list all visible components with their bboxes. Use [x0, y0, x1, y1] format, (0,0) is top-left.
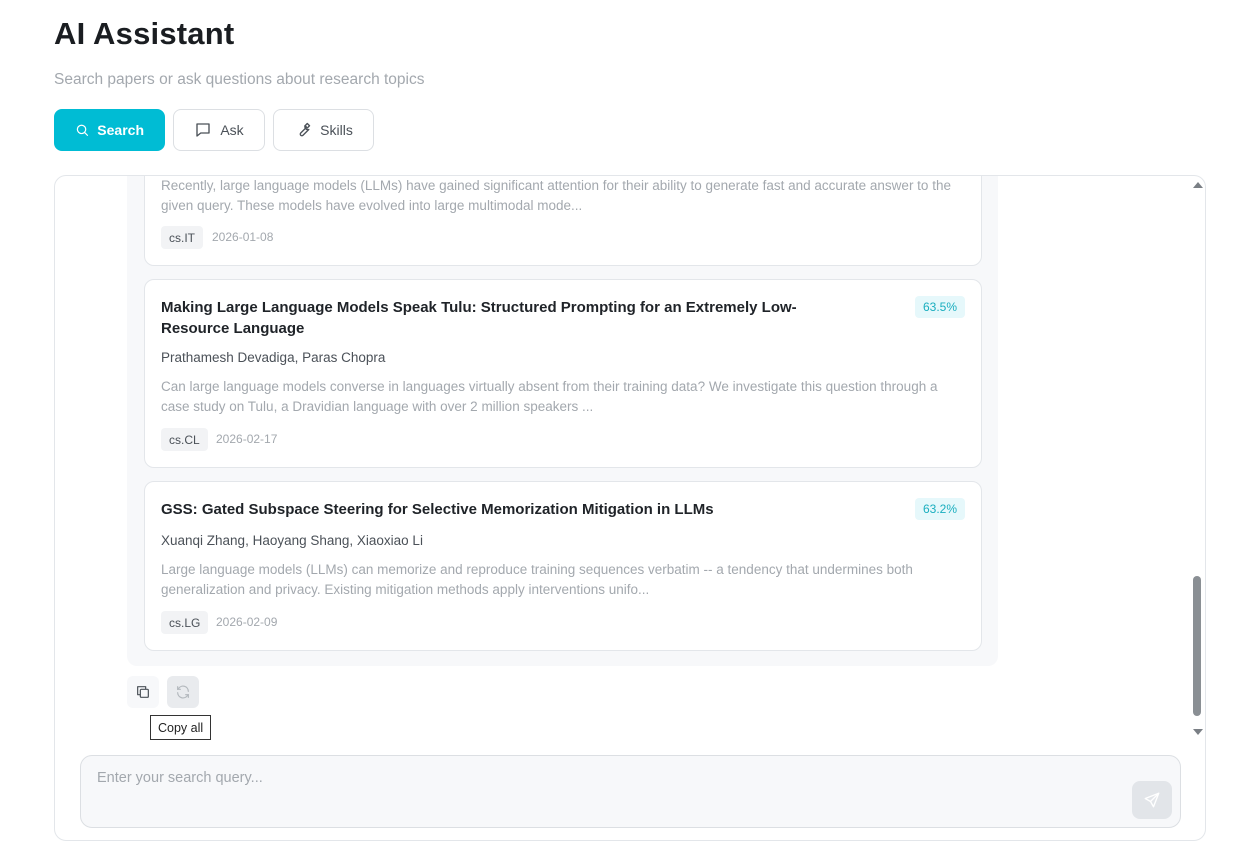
publish-date: 2026-01-08 — [212, 230, 274, 244]
scroll-down-arrow-icon[interactable] — [1193, 729, 1203, 735]
card-authors: Prathamesh Devadiga, Paras Chopra — [161, 350, 386, 365]
scroll-up-arrow-icon[interactable] — [1193, 182, 1203, 188]
regenerate-button[interactable] — [167, 676, 199, 708]
tab-ask[interactable]: Ask — [173, 109, 265, 151]
page-subtitle: Search papers or ask questions about res… — [54, 71, 425, 88]
tab-skills-label: Skills — [320, 122, 353, 138]
tab-ask-label: Ask — [220, 122, 244, 138]
message-actions — [127, 676, 199, 708]
chat-bubble-icon — [196, 123, 211, 137]
publish-date: 2026-02-09 — [216, 615, 278, 629]
tab-search[interactable]: Search — [54, 109, 165, 151]
chat-panel: Recently, large language models (LLMs) h… — [54, 175, 1206, 841]
message-scroll-area[interactable]: Recently, large language models (LLMs) h… — [55, 176, 1205, 746]
publish-date: 2026-02-17 — [216, 432, 278, 446]
relevance-score-badge: 63.5% — [914, 296, 965, 318]
card-abstract: Large language models (LLMs) can memoriz… — [161, 562, 913, 597]
tab-search-label: Search — [97, 122, 144, 138]
card-abstract: Can large language models converse in la… — [161, 379, 938, 414]
card-title[interactable]: Making Large Language Models Speak Tulu:… — [161, 297, 861, 339]
send-icon — [1144, 792, 1160, 808]
card-abstract: Recently, large language models (LLMs) h… — [161, 178, 951, 213]
copy-icon — [137, 686, 149, 698]
relevance-score-badge: 63.2% — [914, 498, 965, 520]
tab-skills[interactable]: Skills — [273, 109, 374, 151]
category-tag: cs.CL — [161, 428, 208, 451]
mode-tabs: Search Ask Skills — [54, 109, 374, 151]
copy-all-tooltip: Copy all — [150, 715, 212, 740]
scroll-thumb[interactable] — [1193, 576, 1201, 716]
category-tag: cs.IT — [161, 226, 203, 249]
query-input-box — [80, 755, 1181, 828]
vertical-scrollbar[interactable] — [1189, 176, 1205, 741]
copy-all-button[interactable] — [127, 676, 159, 708]
wrench-icon — [299, 122, 311, 137]
result-card[interactable]: Recently, large language models (LLMs) h… — [144, 176, 982, 266]
search-input[interactable] — [97, 770, 1097, 786]
refresh-icon — [177, 685, 189, 699]
result-card[interactable]: GSS: Gated Subspace Steering for Selecti… — [144, 481, 982, 651]
card-title[interactable]: GSS: Gated Subspace Steering for Selecti… — [161, 499, 861, 520]
category-tag: cs.LG — [161, 611, 209, 634]
result-card[interactable]: Making Large Language Models Speak Tulu:… — [144, 279, 982, 468]
card-authors: Xuanqi Zhang, Haoyang Shang, Xiaoxiao Li — [161, 533, 423, 548]
send-button[interactable] — [1132, 781, 1172, 819]
search-icon — [76, 124, 89, 136]
page-title: AI Assistant — [54, 16, 235, 51]
